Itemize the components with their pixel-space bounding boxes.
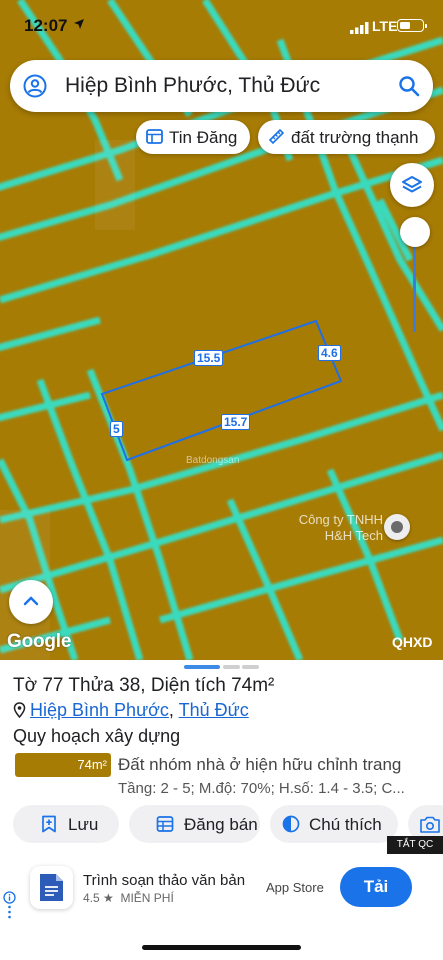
zone-color-badge: 74m²: [15, 753, 111, 777]
ad-store: App Store: [266, 880, 324, 895]
account-icon[interactable]: [23, 74, 47, 98]
battery-icon: [397, 19, 427, 32]
search-icon[interactable]: [398, 75, 420, 97]
chip-listings[interactable]: Tin Đăng: [136, 120, 250, 154]
listing-icon: [146, 129, 163, 144]
page-indicator-active[interactable]: [184, 665, 220, 669]
ad-app-name[interactable]: Trình soạn thảo văn bản: [83, 872, 245, 889]
dimension-label: 4.6: [318, 345, 341, 361]
search-bar[interactable]: Hiệp Bình Phước, Thủ Đức: [10, 60, 433, 112]
zone-parameters: Tầng: 2 - 5; M.độ: 70%; H.số: 1.4 - 3.5;…: [118, 780, 405, 797]
opacity-slider-thumb[interactable]: [400, 217, 430, 247]
company-label: Công ty TNHH H&H Tech: [298, 512, 383, 543]
legend-label: Chú thích: [309, 815, 382, 834]
ad-rating: 4.5 ★ MIỄN PHÍ: [83, 891, 174, 905]
page-indicator[interactable]: [242, 665, 259, 669]
chip-label: Tin Đăng: [169, 128, 238, 147]
page-indicator[interactable]: [223, 665, 240, 669]
bookmark-plus-icon: [42, 815, 56, 833]
expand-up-button[interactable]: [9, 580, 53, 624]
dimension-label: 15.5: [194, 350, 224, 366]
post-sale-label: Đăng bán: [184, 815, 258, 834]
layer-label: QHXD: [392, 634, 433, 650]
opacity-slider-track[interactable]: [413, 240, 416, 332]
save-button[interactable]: Lưu: [13, 805, 119, 843]
district-link[interactable]: Thủ Đức: [179, 700, 249, 720]
legend-button[interactable]: Chú thích: [270, 805, 398, 843]
save-label: Lưu: [68, 815, 99, 834]
post-sale-button[interactable]: Đăng bán: [129, 805, 260, 843]
search-input[interactable]: Hiệp Bình Phước, Thủ Đức: [65, 74, 320, 98]
poi-pin-icon[interactable]: [384, 514, 410, 540]
parcel-title: Tờ 77 Thửa 38, Diện tích 74m²: [13, 675, 275, 696]
contrast-icon: [282, 815, 300, 833]
watermark: Batdongsan: [186, 455, 240, 466]
location-pin-icon: [13, 702, 26, 718]
area-badge-text: 74m²: [77, 757, 107, 772]
address-separator: ,: [168, 700, 174, 720]
location-arrow-icon: [74, 19, 84, 29]
network-type: LTE: [372, 18, 398, 34]
ad-rating-value: 4.5 ★: [83, 891, 114, 905]
ad-app-icon[interactable]: [30, 866, 73, 909]
dimension-label: 5: [110, 421, 123, 437]
chip-label: đất trường thạnh: [291, 128, 419, 147]
ruler-icon: [268, 128, 285, 145]
close-ad-button[interactable]: TẮT QC: [387, 836, 443, 854]
signal-icon: [350, 22, 369, 34]
calendar-grid-icon: [156, 816, 174, 832]
chip-measure[interactable]: đất trường thạnh: [258, 120, 435, 154]
document-icon: [40, 874, 63, 901]
ad-price: MIỄN PHÍ: [120, 891, 174, 905]
dimension-label: 15.7: [221, 414, 251, 430]
chevron-up-icon: [23, 596, 39, 606]
layers-icon: [402, 176, 422, 193]
ward-link[interactable]: Hiệp Bình Phước: [30, 700, 169, 720]
ad-download-button[interactable]: Tải: [340, 867, 412, 907]
google-logo: Google: [7, 631, 72, 652]
zone-description: Đất nhóm nhà ở hiện hữu chỉnh trang: [118, 755, 402, 774]
layers-button[interactable]: [390, 163, 434, 207]
ad-info-icon[interactable]: [3, 891, 16, 921]
parcel-address: Hiệp Bình Phước, Thủ Đức: [13, 700, 249, 721]
parcel-info-sheet: Tờ 77 Thửa 38, Diện tích 74m² Hiệp Bình …: [0, 660, 443, 960]
camera-plus-icon: [420, 816, 440, 833]
status-bar: 12:07 LTE: [0, 0, 443, 54]
home-indicator[interactable]: [142, 945, 301, 950]
plan-heading: Quy hoạch xây dựng: [13, 726, 181, 746]
status-time: 12:07: [24, 16, 68, 35]
